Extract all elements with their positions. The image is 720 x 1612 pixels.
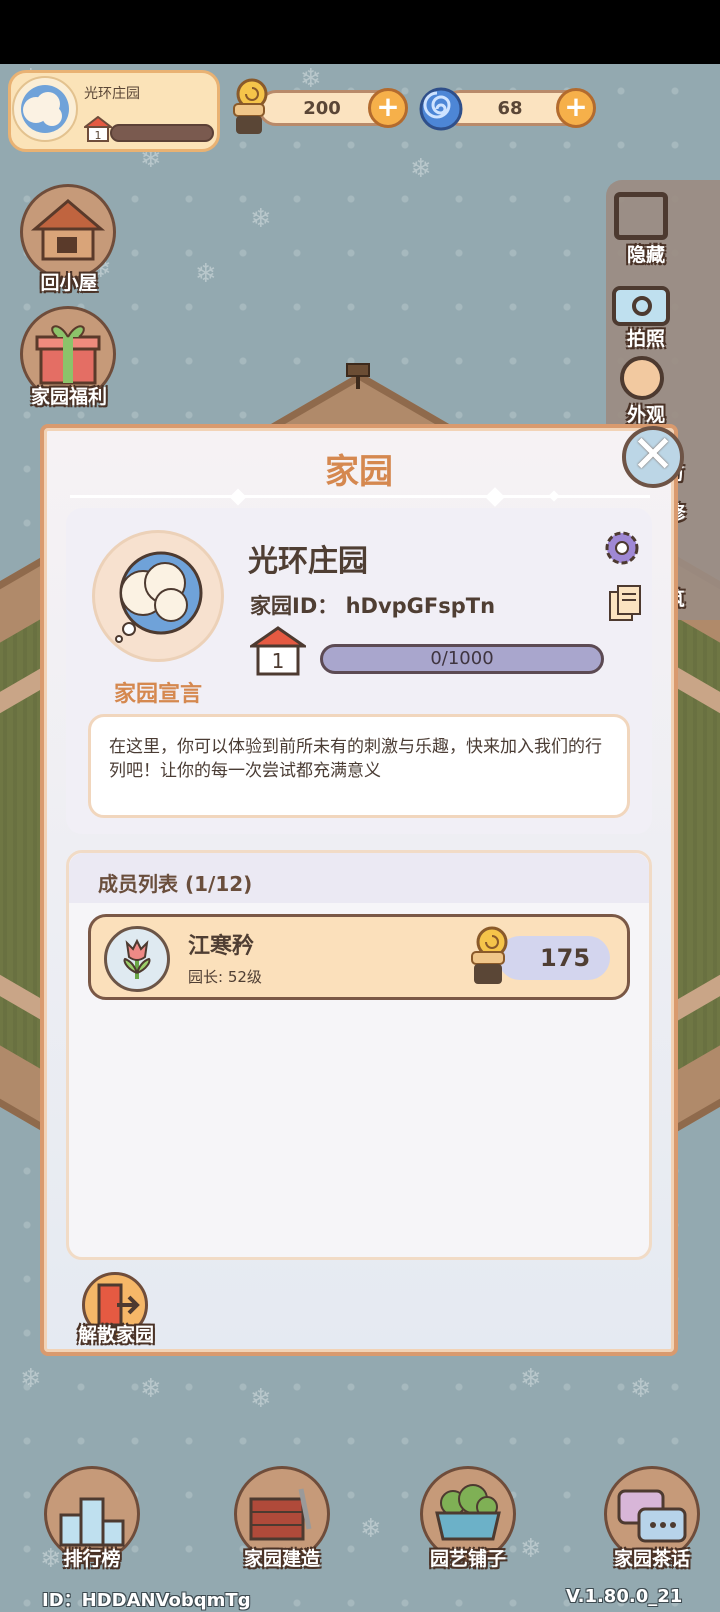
gear-icon[interactable] [602, 528, 642, 568]
return-home-label: 回小屋 [40, 272, 98, 294]
svg-text:1: 1 [272, 649, 285, 673]
snowflake-icon: ❄ [250, 1384, 272, 1414]
character-icon[interactable] [620, 356, 664, 400]
garden-build-label: 家园建造 [243, 1548, 320, 1570]
tulip-avatar-icon [104, 926, 170, 992]
garden-id-value: hDvpGFspTn [345, 594, 496, 618]
house-icon [30, 199, 106, 261]
status-bar [0, 0, 720, 64]
add-spiral-gem-button[interactable]: + [556, 88, 596, 128]
cloud-avatar-icon [115, 551, 203, 643]
member-list-title: 成员列表 (1/12) [98, 872, 253, 896]
disband-garden-label: 解散家园 [77, 1324, 154, 1346]
ranking-label: 排行榜 [63, 1548, 121, 1570]
app-version: V.1.80.0_21 [566, 1586, 683, 1607]
cloud-avatar-icon [12, 76, 78, 142]
profile-name: 光环庄园 [84, 86, 140, 102]
user-id: ID：HDDANVobqmTg [42, 1590, 251, 1611]
add-snail-coin-button[interactable]: + [368, 88, 408, 128]
garden-shop-label: 园艺铺子 [429, 1548, 506, 1570]
profile-exp-bar [110, 124, 214, 142]
garden-name: 光环庄园 [248, 544, 368, 579]
snowflake-icon: ❄ [520, 1364, 542, 1394]
member-score: 175 [539, 944, 591, 972]
hide-label: 隐藏 [626, 244, 665, 266]
snail-coin-icon [226, 76, 272, 138]
garden-id: 家园ID： hDvpGFspTn [250, 590, 495, 620]
garden-exp-bar: 0/1000 [320, 644, 604, 674]
garden-chat-label: 家园茶话 [613, 1548, 690, 1570]
hide-icon[interactable] [614, 192, 668, 240]
snowflake-icon: ❄ [140, 1374, 162, 1404]
copy-icon[interactable] [608, 584, 642, 624]
snail-coin-icon [464, 924, 512, 988]
garden-avatar[interactable] [92, 530, 224, 662]
snowflake-icon: ❄ [360, 1514, 382, 1544]
appearance-label: 外观 [626, 404, 665, 426]
camera-icon[interactable] [612, 286, 670, 326]
garden-motto-label: 家园宣言 [113, 682, 202, 707]
photo-label: 拍照 [626, 328, 665, 350]
garden-welfare-label: 家园福利 [30, 386, 107, 408]
garden-motto-text: 在这里，你可以体验到前所未有的刺激与乐趣，快来加入我们的行列吧！让你的每一次尝试… [88, 714, 630, 818]
member-role-level: 园长: 52级 [188, 968, 262, 986]
signpost[interactable] [346, 363, 370, 389]
snowflake-icon: ❄ [195, 259, 217, 289]
return-home-button[interactable] [20, 184, 116, 280]
garden-id-label: 家园ID： [250, 594, 339, 618]
snowflake-icon: ❄ [410, 154, 432, 184]
house-level-icon: 1 [82, 115, 114, 142]
spiral-gem-value: 68 [497, 98, 523, 119]
snowflake-icon: ❄ [250, 204, 272, 234]
snail-coin-value: 200 [303, 98, 341, 119]
snowflake-icon: ❄ [630, 1374, 652, 1404]
house-level-icon: 1 [247, 626, 309, 676]
dialog-title: 家园 [325, 452, 393, 492]
snowflake-icon: ❄ [20, 1364, 42, 1394]
member-list-card [66, 850, 652, 1260]
title-divider [70, 495, 650, 498]
garden-exp-text: 0/1000 [430, 648, 494, 669]
member-name: 江寒矜 [188, 934, 255, 959]
svg-text:1: 1 [95, 129, 102, 142]
close-button[interactable]: ✕ [622, 426, 684, 488]
spiral-gem-icon [418, 86, 464, 132]
